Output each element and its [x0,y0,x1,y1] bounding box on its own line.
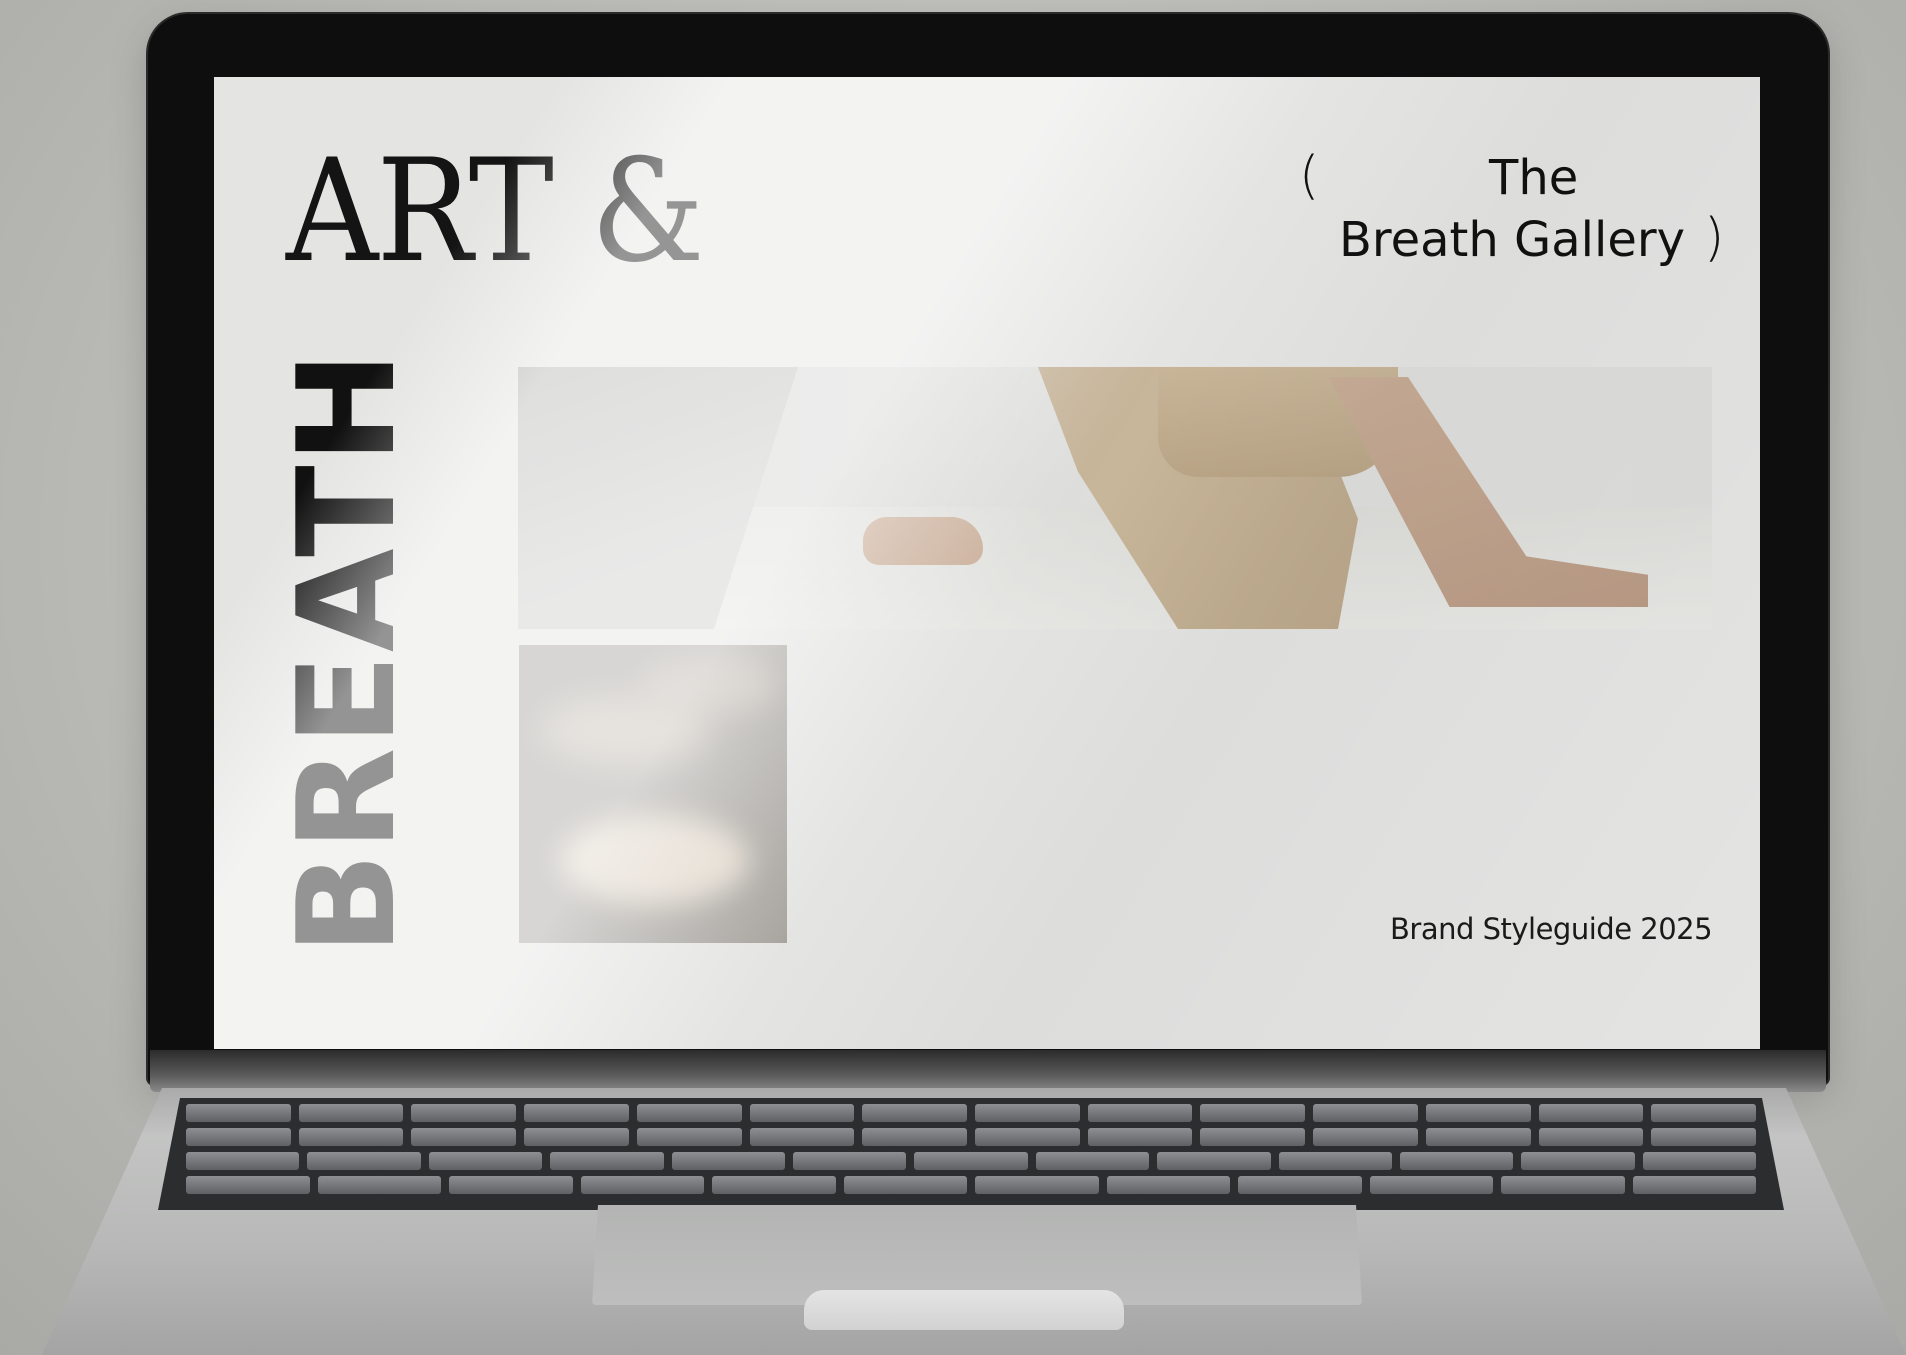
key [975,1176,1099,1194]
laptop-mockup-scene: ART & BREATH ( The Breath Gallery ) Bran… [0,0,1906,1355]
photo-hand [863,517,983,565]
title-art: ART & [286,129,705,294]
gallery-name-block: ( The Breath Gallery ) [1299,150,1760,280]
key [636,1128,742,1146]
key-row [158,1128,1784,1146]
key [914,1152,1028,1170]
key [975,1128,1080,1146]
key [524,1104,629,1122]
key [1651,1104,1757,1122]
key [411,1104,517,1122]
key [749,1104,855,1122]
key [298,1104,404,1122]
gallery-name-line-2: Breath Gallery [1339,212,1686,268]
vertical-title-wrap: BREATH [269,349,425,955]
close-paren: ) [1704,208,1725,268]
open-paren: ( [1299,146,1320,206]
lid-opening-notch [804,1290,1124,1330]
key [1538,1128,1644,1146]
key [186,1128,291,1146]
key [524,1128,629,1146]
title-breath-vertical: BREATH [269,349,425,955]
key [1200,1128,1306,1146]
key [428,1152,543,1170]
key [1369,1176,1493,1194]
laptop-hinge [150,1050,1826,1092]
key [1501,1176,1625,1194]
key [1200,1104,1306,1122]
key [1313,1104,1418,1122]
key [186,1176,310,1194]
key [449,1176,573,1194]
key [550,1152,664,1170]
key [1642,1152,1757,1170]
key [636,1104,742,1122]
gallery-name-line-1: The [1489,150,1579,206]
key [186,1152,300,1170]
key [712,1176,836,1194]
key [1632,1176,1756,1194]
light-spot [559,815,749,905]
key [186,1104,291,1122]
key [792,1152,907,1170]
light-spot [639,655,779,715]
key [1521,1152,1635,1170]
key [1087,1104,1193,1122]
key [1313,1128,1418,1146]
key [975,1104,1080,1122]
key-row [158,1104,1784,1122]
key [1157,1152,1271,1170]
key [580,1176,704,1194]
photo-seated-figure [518,367,1712,629]
key [317,1176,441,1194]
key [1278,1152,1392,1170]
key [749,1128,855,1146]
key [1087,1128,1193,1146]
key [1399,1152,1514,1170]
key [1538,1104,1644,1122]
key [1238,1176,1362,1194]
laptop-screen: ART & BREATH ( The Breath Gallery ) Bran… [214,77,1760,1049]
photo-light-reflections [519,645,787,943]
key-row [158,1152,1784,1170]
key [862,1128,968,1146]
key [1651,1128,1757,1146]
key [307,1152,421,1170]
key [298,1128,404,1146]
key [843,1176,967,1194]
keyboard [158,1098,1784,1210]
key [1035,1152,1150,1170]
key [1106,1176,1230,1194]
key [1425,1128,1531,1146]
key-row [158,1176,1784,1194]
key [411,1128,517,1146]
key [862,1104,968,1122]
key [671,1152,785,1170]
key [1425,1104,1531,1122]
brand-styleguide-label: Brand Styleguide 2025 [1390,912,1713,946]
